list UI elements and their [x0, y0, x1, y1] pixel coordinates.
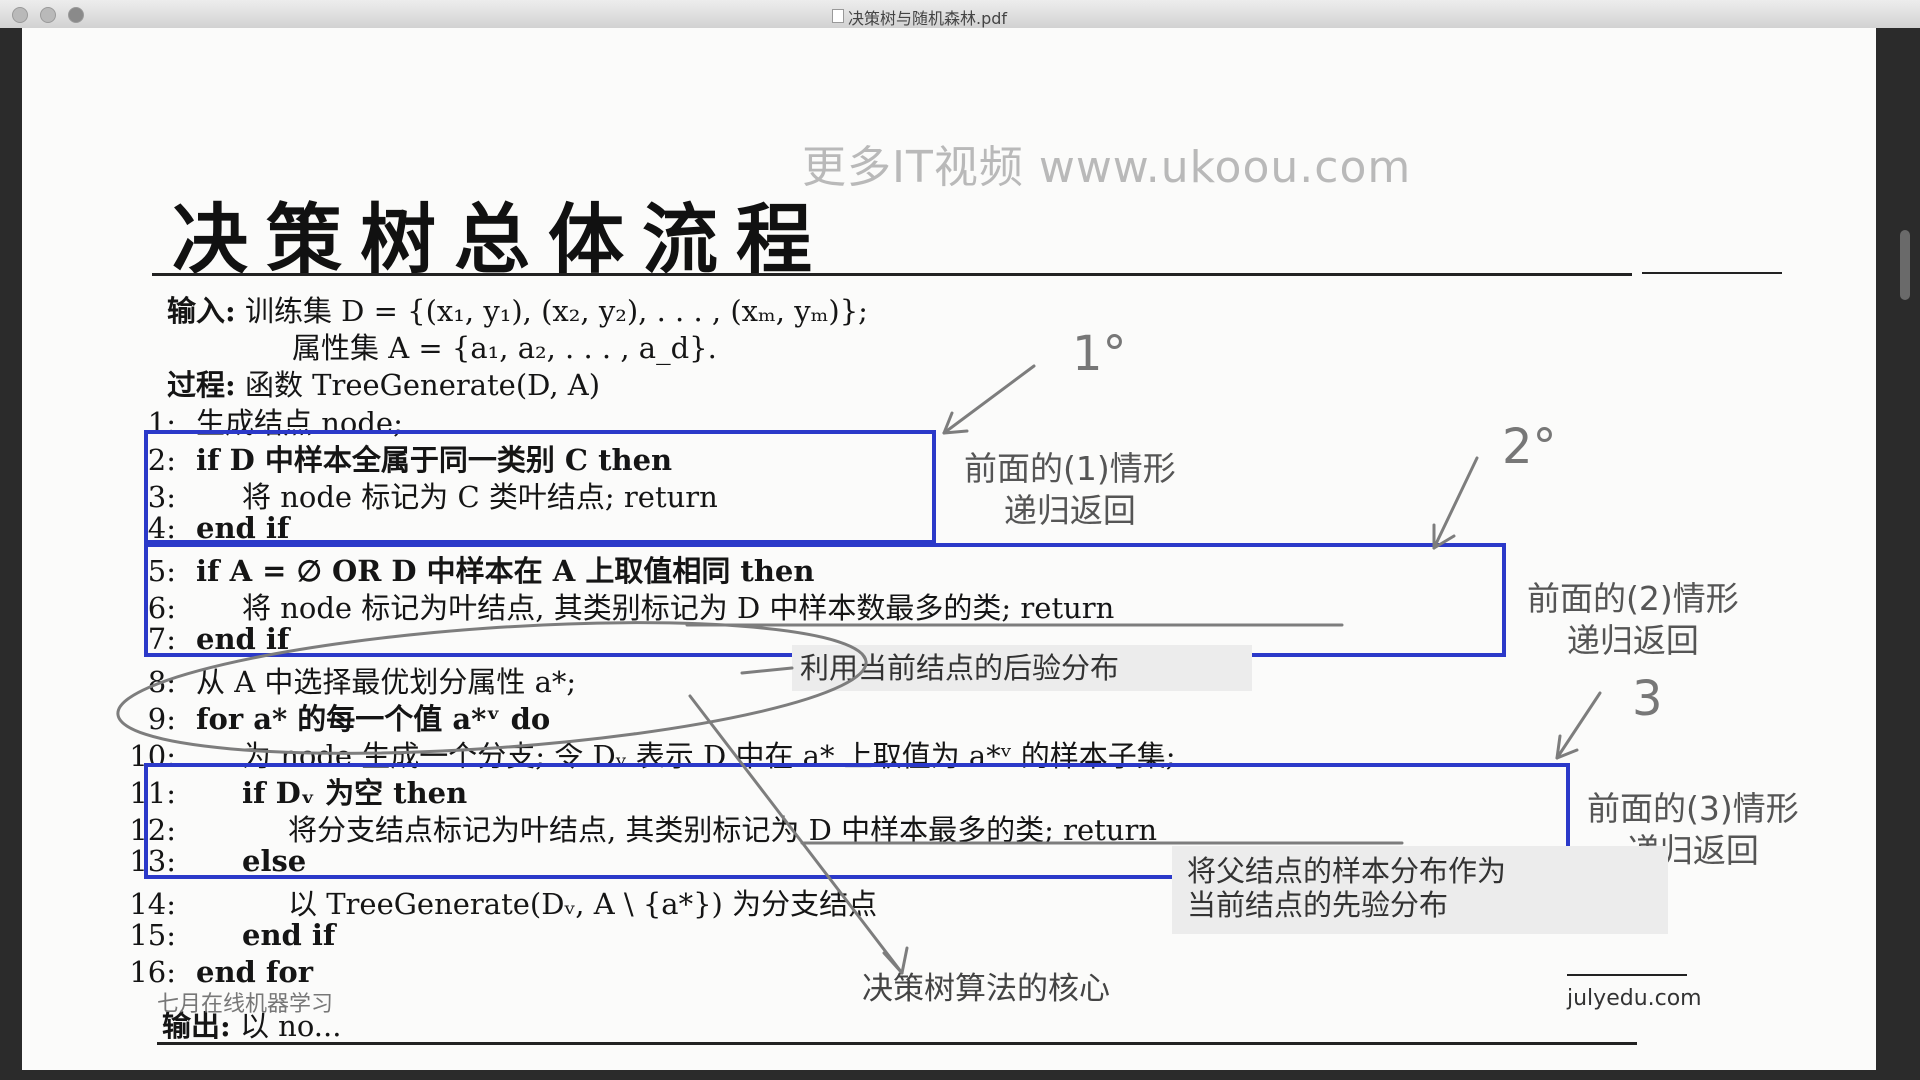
pdf-document-icon [832, 9, 844, 23]
arrow-to-case-3 [1555, 691, 1602, 760]
link-to-posterior-note [740, 666, 794, 675]
arrow-to-case-1 [942, 364, 1036, 435]
ellipse-lines-8-9 [116, 621, 868, 755]
minimize-window-button[interactable] [40, 7, 56, 23]
window-title: 决策树与随机森林.pdf [848, 9, 1008, 28]
zoom-window-button[interactable] [68, 7, 84, 23]
arrow-to-core [688, 694, 904, 975]
window-title-bar: 决策树与随机森林.pdf [0, 0, 1920, 29]
window-frame-right [1876, 28, 1920, 1080]
arrow-to-case-2 [1432, 456, 1479, 550]
window-frame-left [0, 28, 22, 1080]
pdf-page: 更多IT视频 www.ukoou.com 决策树总体流程 输入: 训练集 D =… [22, 28, 1876, 1070]
close-window-button[interactable] [12, 7, 28, 23]
window-frame-bottom [0, 1070, 1920, 1080]
ink-annotations [116, 364, 1602, 975]
vertical-scrollbar[interactable] [1900, 230, 1910, 300]
